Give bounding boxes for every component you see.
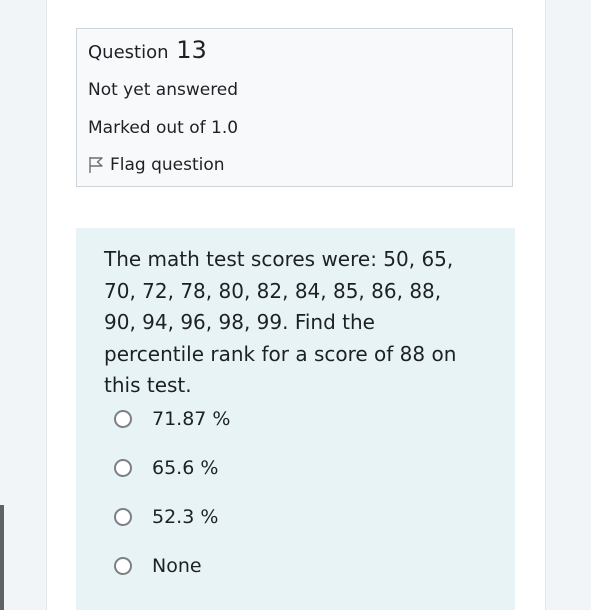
answer-label-1: 71.87 % [152,407,231,430]
question-grade: Marked out of 1.0 [88,118,239,138]
answer-option-2[interactable]: 65.6 % [114,443,231,492]
answer-option-1[interactable]: 71.87 % [114,394,231,443]
flag-question-label: Flag question [110,155,225,175]
answer-label-4: None [152,554,202,577]
question-state: Not yet answered [88,80,239,100]
question-label: Question [88,42,169,63]
answer-radio-1[interactable] [114,409,132,428]
left-edge-rule [0,505,4,610]
answer-option-4[interactable]: None [114,541,231,590]
answer-radio-4[interactable] [114,556,132,575]
question-heading: Question 13 [88,36,207,64]
answer-option-3[interactable]: 52.3 % [114,492,231,541]
answer-radio-2[interactable] [114,458,132,477]
question-number: 13 [176,36,207,64]
answer-label-3: 52.3 % [152,505,219,528]
flag-icon [88,156,104,174]
question-text: The math test scores were: 50, 65, 70, 7… [104,247,457,397]
question-content-panel: The math test scores were: 50, 65, 70, 7… [76,228,515,610]
answer-options: 71.87 % 65.6 % 52.3 % None [114,394,231,590]
answer-radio-3[interactable] [114,507,132,526]
question-info-panel: Question 13 Not yet answered Marked out … [76,28,513,187]
answer-label-2: 65.6 % [152,456,219,479]
flag-question-link[interactable]: Flag question [88,155,225,175]
